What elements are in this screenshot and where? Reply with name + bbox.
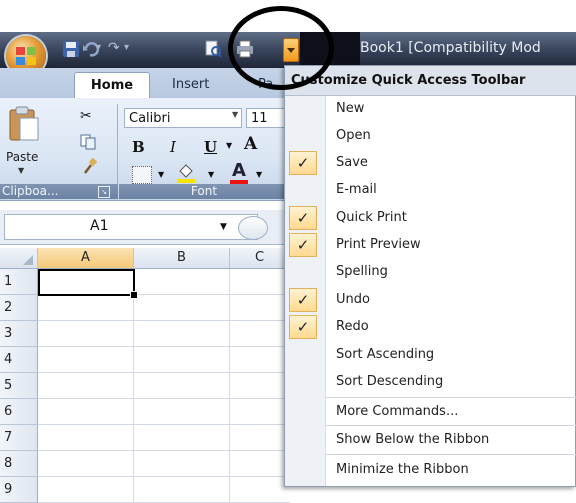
chevron-down-icon[interactable]: ▼	[232, 110, 238, 119]
undo-dropdown-icon[interactable]: ▾	[96, 42, 106, 54]
menu-item-new[interactable]: New	[326, 96, 576, 122]
tab-insert[interactable]: Insert	[172, 72, 209, 98]
fill-handle[interactable]	[130, 291, 138, 299]
check-icon: ✓	[289, 233, 317, 257]
font-name-combo[interactable]: Calibri	[124, 108, 242, 128]
menu-item-save[interactable]: Save	[326, 150, 576, 176]
row-header[interactable]: 4	[0, 347, 38, 373]
row-header[interactable]: 3	[0, 321, 38, 347]
tab-home[interactable]: Home	[74, 72, 150, 99]
cell[interactable]	[134, 269, 230, 294]
cell[interactable]	[134, 347, 230, 372]
menu-item-redo[interactable]: Redo	[326, 314, 576, 340]
menu-separator	[326, 425, 576, 426]
table-row[interactable]	[38, 321, 290, 347]
clipboard-dialog-launcher-icon[interactable]: ↘	[98, 186, 110, 198]
cell[interactable]	[38, 399, 134, 424]
menu-separator	[326, 397, 576, 398]
check-icon: ✓	[289, 288, 317, 312]
copy-icon[interactable]	[80, 134, 96, 150]
menu-item-undo[interactable]: Undo	[326, 287, 576, 313]
chevron-down-icon[interactable]: ▼	[220, 222, 227, 232]
borders-icon[interactable]	[132, 166, 152, 184]
menu-item-open[interactable]: Open	[326, 123, 576, 149]
cell[interactable]	[134, 477, 230, 502]
menu-header: Customize Quick Access Toolbar	[285, 66, 576, 96]
check-icon: ✓	[289, 315, 317, 339]
font-group-label: Font	[119, 184, 289, 199]
grow-font-button[interactable]: A	[244, 134, 257, 154]
cell[interactable]	[38, 295, 134, 320]
table-row[interactable]	[38, 373, 290, 399]
office-logo-icon	[16, 47, 36, 65]
borders-dropdown-icon[interactable]: ▼	[158, 170, 164, 179]
table-row[interactable]	[38, 347, 290, 373]
cell[interactable]	[38, 347, 134, 372]
column-header-b[interactable]: B	[134, 248, 230, 268]
table-row[interactable]	[38, 451, 290, 477]
save-icon[interactable]	[62, 40, 80, 58]
cell[interactable]	[134, 451, 230, 476]
menu-item-show-below-ribbon[interactable]: Show Below the Ribbon	[326, 427, 576, 453]
paste-icon[interactable]	[8, 106, 40, 142]
cell[interactable]	[38, 321, 134, 346]
cell[interactable]	[38, 477, 134, 502]
font-color-button[interactable]: A	[232, 160, 246, 181]
column-header-a[interactable]: A	[38, 248, 134, 268]
menu-item-spelling[interactable]: Spelling	[326, 259, 576, 285]
select-all-corner[interactable]	[0, 248, 38, 268]
menu-item-minimize-ribbon[interactable]: Minimize the Ribbon	[326, 457, 576, 483]
menu-item-sort-ascending[interactable]: Sort Ascending	[326, 342, 576, 368]
check-icon: ✓	[289, 206, 317, 230]
menu-item-email[interactable]: E-mail	[326, 177, 576, 203]
row-header[interactable]: 6	[0, 399, 38, 425]
print-preview-icon[interactable]	[204, 40, 222, 58]
cut-icon[interactable]: ✂	[80, 108, 92, 124]
cell[interactable]	[134, 373, 230, 398]
redo-dropdown-icon[interactable]: ▾	[124, 42, 134, 53]
format-painter-icon[interactable]	[82, 158, 98, 174]
italic-button[interactable]: I	[170, 136, 176, 158]
column-header-c[interactable]: C	[230, 248, 290, 268]
menu-item-print-preview[interactable]: Print Preview	[326, 232, 576, 258]
annotation-circle	[228, 6, 334, 90]
bold-button[interactable]: B	[132, 136, 145, 158]
row-header[interactable]: 5	[0, 373, 38, 399]
font-color-swatch	[230, 180, 248, 184]
cell[interactable]	[134, 321, 230, 346]
name-box-value: A1	[90, 218, 109, 234]
table-row[interactable]	[38, 399, 290, 425]
row-header[interactable]: 2	[0, 295, 38, 321]
font-color-dropdown-icon[interactable]: ▼	[256, 170, 262, 179]
cell[interactable]	[134, 295, 230, 320]
underline-dropdown-icon[interactable]: ▼	[226, 141, 232, 150]
insert-function-button[interactable]	[238, 216, 268, 240]
row-header[interactable]: 8	[0, 451, 38, 477]
menu-separator	[326, 454, 576, 455]
underline-button[interactable]: U	[204, 136, 217, 158]
menu-item-quick-print[interactable]: Quick Print	[326, 205, 576, 231]
row-header[interactable]: 1	[0, 269, 38, 295]
active-cell-a1[interactable]	[38, 269, 135, 296]
row-header[interactable]: 9	[0, 477, 38, 503]
table-row[interactable]	[38, 477, 290, 503]
row-header[interactable]: 7	[0, 425, 38, 451]
table-row[interactable]	[38, 425, 290, 451]
table-row[interactable]	[38, 295, 290, 321]
cell[interactable]	[134, 425, 230, 450]
cell[interactable]	[38, 451, 134, 476]
check-icon: ✓	[289, 151, 317, 175]
window-title: Book1 [Compatibility Mod	[360, 40, 541, 56]
fill-color-icon[interactable]	[176, 162, 196, 184]
cell[interactable]	[38, 425, 134, 450]
fill-color-dropdown-icon[interactable]: ▼	[208, 170, 214, 179]
menu-item-more-commands[interactable]: More Commands...	[326, 399, 576, 425]
cell[interactable]	[38, 373, 134, 398]
column-headers: A B C	[0, 248, 290, 269]
menu-item-sort-descending[interactable]: Sort Descending	[326, 369, 576, 395]
paste-dropdown-icon[interactable]: ▼	[18, 166, 24, 175]
cell[interactable]	[134, 399, 230, 424]
paste-button-label[interactable]: Paste	[6, 150, 38, 164]
